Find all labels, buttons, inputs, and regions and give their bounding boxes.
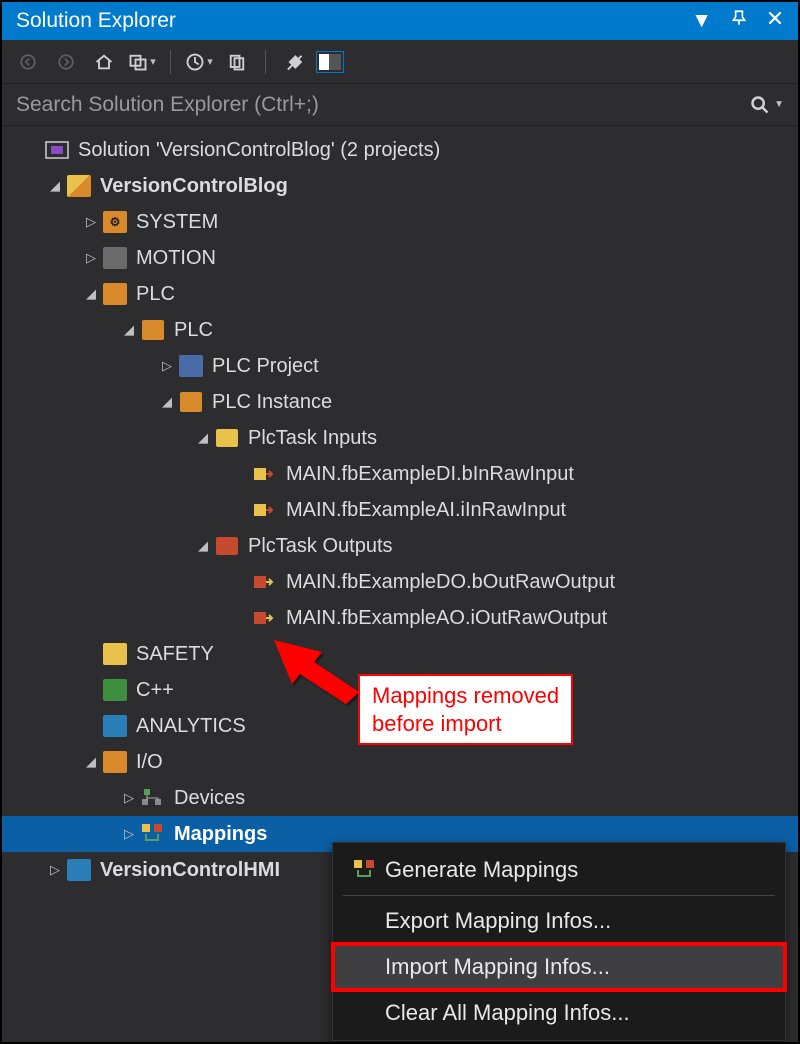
var-out-icon <box>252 605 278 631</box>
var-out-icon <box>252 569 278 595</box>
back-icon[interactable] <box>12 46 44 78</box>
solution-icon <box>44 137 70 163</box>
search-icon[interactable]: ▼ <box>750 95 784 115</box>
forward-icon[interactable] <box>50 46 82 78</box>
annotation-callout: Mappings removed before import <box>358 674 573 745</box>
mappings-icon <box>140 821 166 847</box>
dropdown-icon[interactable]: ▼ <box>691 9 712 33</box>
node-label: PlcTask Inputs <box>248 427 377 450</box>
node-label: MAIN.fbExampleDO.bOutRawOutput <box>286 571 615 594</box>
io-icon <box>102 749 128 775</box>
cpp-icon <box>102 677 128 703</box>
menu-label: Generate Mappings <box>385 857 578 883</box>
system-icon: ⚙ <box>102 209 128 235</box>
tree-node-plc[interactable]: ◢ PLC <box>2 276 798 312</box>
search-input[interactable] <box>16 93 750 117</box>
node-label: VersionControlHMI <box>100 859 280 882</box>
node-label: PLC Project <box>212 355 319 378</box>
node-label: SAFETY <box>136 643 214 666</box>
node-label: Solution 'VersionControlBlog' (2 project… <box>78 139 440 162</box>
preview-icon[interactable] <box>316 51 344 73</box>
tree-node-system[interactable]: ▷ ⚙ SYSTEM <box>2 204 798 240</box>
plc-icon <box>102 281 128 307</box>
close-icon[interactable] <box>766 9 784 33</box>
plc-instance-icon <box>178 389 204 415</box>
panel-title: Solution Explorer <box>16 9 691 33</box>
var-in-icon <box>252 497 278 523</box>
context-menu: Generate Mappings Export Mapping Infos..… <box>332 842 786 1041</box>
tree-node-devices[interactable]: ▷ Devices <box>2 780 798 816</box>
toolbar <box>2 40 798 84</box>
node-label: MOTION <box>136 247 216 270</box>
node-label: MAIN.fbExampleAI.iInRawInput <box>286 499 566 522</box>
node-label: SYSTEM <box>136 211 218 234</box>
tree-node-motion[interactable]: ▷ MOTION <box>2 240 798 276</box>
menu-separator <box>343 895 775 896</box>
node-label: C++ <box>136 679 174 702</box>
node-label: PLC <box>174 319 213 342</box>
solution-tree: ▷ Solution 'VersionControlBlog' (2 proje… <box>2 126 798 888</box>
search-bar: ▼ <box>2 84 798 126</box>
menu-label: Import Mapping Infos... <box>385 954 610 980</box>
project-icon <box>66 173 92 199</box>
folder-input-icon <box>214 425 240 451</box>
devices-icon <box>140 785 166 811</box>
plc-inner-icon <box>140 317 166 343</box>
menu-import-mapping[interactable]: Import Mapping Infos... <box>333 944 785 990</box>
folder-output-icon <box>214 533 240 559</box>
project-icon <box>66 857 92 883</box>
tree-node-task-outputs[interactable]: ◢ PlcTask Outputs <box>2 528 798 564</box>
sync-icon[interactable] <box>221 46 253 78</box>
menu-clear-mapping[interactable]: Clear All Mapping Infos... <box>333 990 785 1036</box>
node-label: Mappings <box>174 823 267 846</box>
var-in-icon <box>252 461 278 487</box>
generate-mappings-icon <box>345 859 385 881</box>
node-label: Devices <box>174 787 245 810</box>
menu-label: Export Mapping Infos... <box>385 908 611 934</box>
tree-node-plc-instance[interactable]: ◢ PLC Instance <box>2 384 798 420</box>
tree-node-plc-inner[interactable]: ◢ PLC <box>2 312 798 348</box>
menu-generate-mappings[interactable]: Generate Mappings <box>333 847 785 893</box>
tree-node-solution[interactable]: ▷ Solution 'VersionControlBlog' (2 proje… <box>2 132 798 168</box>
tree-node-input-var[interactable]: ▷ MAIN.fbExampleDI.bInRawInput <box>2 456 798 492</box>
tree-node-safety[interactable]: ▷ SAFETY <box>2 636 798 672</box>
tree-node-input-var[interactable]: ▷ MAIN.fbExampleAI.iInRawInput <box>2 492 798 528</box>
tree-node-task-inputs[interactable]: ◢ PlcTask Inputs <box>2 420 798 456</box>
node-label: PLC <box>136 283 175 306</box>
properties-icon[interactable] <box>278 46 310 78</box>
pin-icon[interactable] <box>730 9 748 33</box>
node-label: VersionControlBlog <box>100 175 288 198</box>
motion-icon <box>102 245 128 271</box>
tree-node-output-var[interactable]: ▷ MAIN.fbExampleDO.bOutRawOutput <box>2 564 798 600</box>
node-label: MAIN.fbExampleAO.iOutRawOutput <box>286 607 607 630</box>
safety-icon <box>102 641 128 667</box>
node-label: ANALYTICS <box>136 715 246 738</box>
menu-export-mapping[interactable]: Export Mapping Infos... <box>333 898 785 944</box>
node-label: I/O <box>136 751 163 774</box>
node-label: PLC Instance <box>212 391 332 414</box>
node-label: MAIN.fbExampleDI.bInRawInput <box>286 463 574 486</box>
tree-node-project[interactable]: ◢ VersionControlBlog <box>2 168 798 204</box>
callout-text: Mappings removed <box>372 682 559 710</box>
node-label: PlcTask Outputs <box>248 535 393 558</box>
analytics-icon <box>102 713 128 739</box>
menu-label: Clear All Mapping Infos... <box>385 1000 630 1026</box>
callout-text: before import <box>372 710 559 738</box>
tree-node-plc-project[interactable]: ▷ PLC Project <box>2 348 798 384</box>
pending-changes-icon[interactable] <box>183 46 215 78</box>
plc-project-icon <box>178 353 204 379</box>
titlebar: Solution Explorer ▼ <box>2 2 798 40</box>
tree-node-output-var[interactable]: ▷ MAIN.fbExampleAO.iOutRawOutput <box>2 600 798 636</box>
switch-views-icon[interactable] <box>126 46 158 78</box>
tree-node-io[interactable]: ◢ I/O <box>2 744 798 780</box>
home-icon[interactable] <box>88 46 120 78</box>
